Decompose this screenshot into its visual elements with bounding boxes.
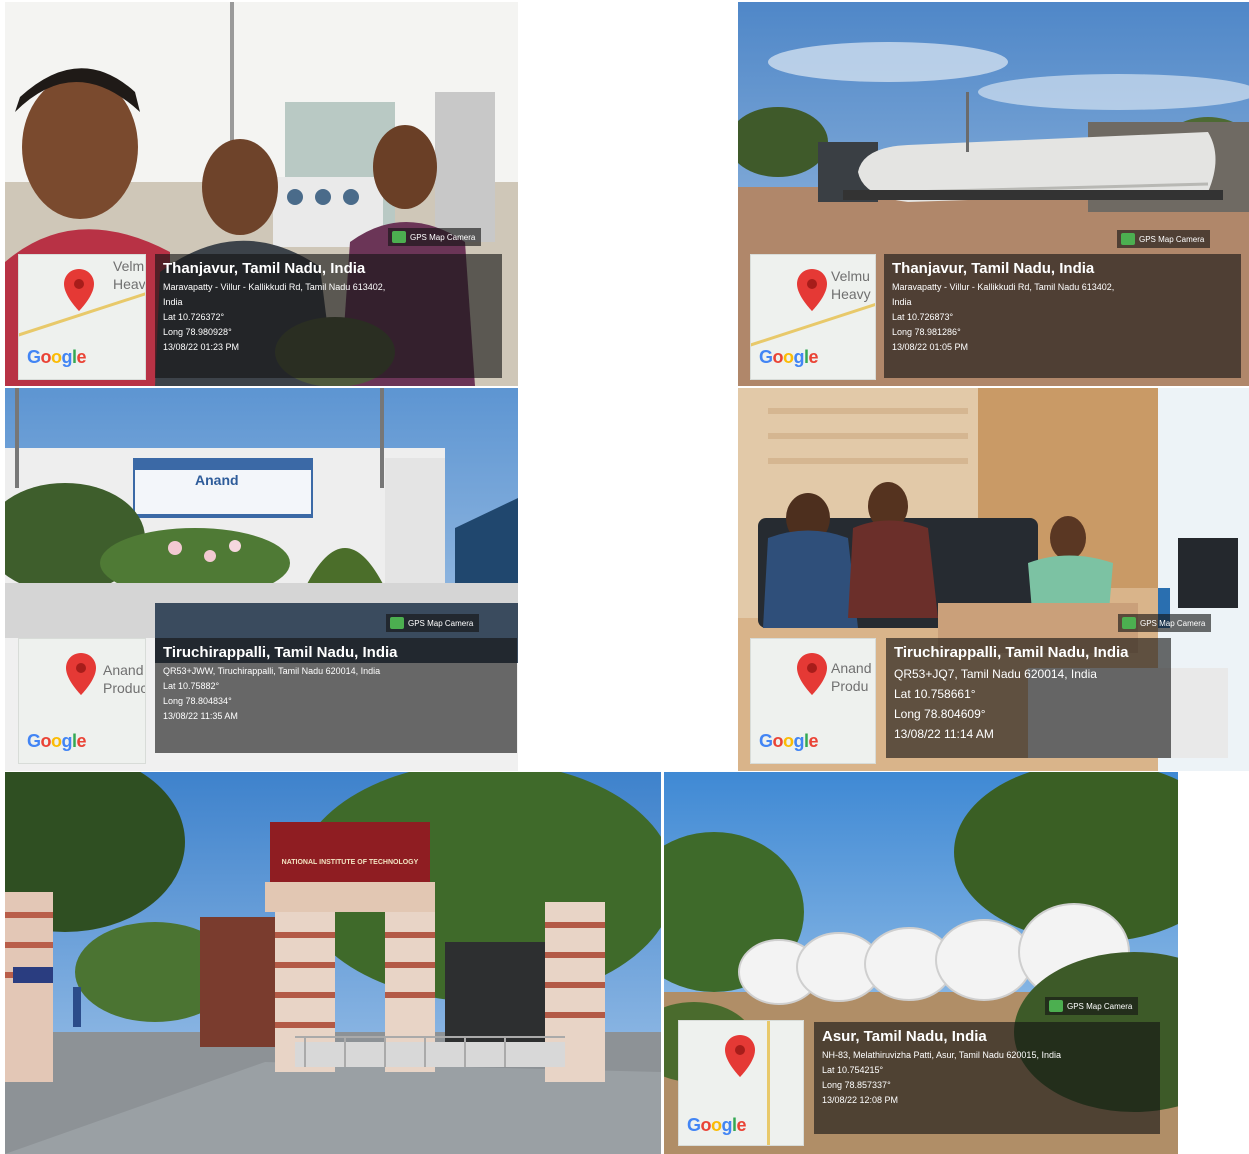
address-line: NH-83, Melathiruvizha Patti, Asur, Tamil… <box>822 1050 1061 1060</box>
photo-tanks-asur: GPS Map Camera Google Asur, Tamil Nadu, … <box>664 772 1178 1154</box>
map-thumbnail: Anand Produ Google <box>750 638 876 764</box>
city-title: Thanjavur, Tamil Nadu, India <box>892 260 1095 277</box>
datetime: 13/08/22 11:35 AM <box>163 711 238 721</box>
photo-institute-gate: NATIONAL INSTITUTE OF TECHNOLOGY <box>5 772 661 1154</box>
badge-label: GPS Map Camera <box>1067 1001 1133 1011</box>
address-line: Maravapatty - Villur - Kallikkudi Rd, Ta… <box>892 282 1115 292</box>
location-info-panel: Tiruchirappalli, Tamil Nadu, India QR53+… <box>886 638 1171 758</box>
gps-map-camera-badge: GPS Map Camera <box>386 614 480 632</box>
location-pin-icon <box>66 653 96 695</box>
gps-map-camera-badge: GPS Map Camera <box>1118 614 1212 632</box>
gps-map-camera-badge: GPS Map Camera <box>1117 230 1211 248</box>
institute-sign-text: NATIONAL INSTITUTE OF TECHNOLOGY <box>281 859 419 866</box>
photo-tank-truck-thanjavur: GPS Map Camera Velmu Heavy Google Thanja… <box>738 2 1249 386</box>
map-road <box>767 1021 770 1145</box>
longitude: Long 78.981286° <box>892 327 961 337</box>
latitude: Lat 10.754215° <box>822 1065 884 1075</box>
google-logo: Google <box>759 347 819 367</box>
camera-icon <box>392 231 406 243</box>
location-pin-icon <box>64 269 94 311</box>
map-thumbnail: Velm Heav Google <box>18 254 146 380</box>
photo-office-meeting-trichy: GPS Map Camera Anand Produ Google Tiruch… <box>738 388 1249 771</box>
longitude: Long 78.857337° <box>822 1080 891 1090</box>
badge-label: GPS Map Camera <box>1139 234 1205 244</box>
latitude: Lat 10.726873° <box>892 312 954 322</box>
latitude: Lat 10.726372° <box>163 312 225 322</box>
address-line: QR53+JWW, Tiruchirappalli, Tamil Nadu 62… <box>163 666 381 676</box>
address-line-2: India <box>163 297 183 307</box>
city-title: Tiruchirappalli, Tamil Nadu, India <box>894 644 1129 661</box>
badge-label: GPS Map Camera <box>408 618 474 628</box>
map-place-label: Anand Produ <box>831 660 872 694</box>
datetime: 13/08/22 12:08 PM <box>822 1095 899 1105</box>
map-place-label: Velm Heav <box>113 258 146 292</box>
google-logo: Google <box>687 1115 747 1135</box>
gps-map-camera-badge: GPS Map Camera <box>1045 997 1139 1015</box>
google-logo: Google <box>27 731 87 751</box>
building-sign-text: Anand <box>195 472 239 488</box>
latitude: Lat 10.75882° <box>163 681 220 691</box>
photo-anand-building-trichy: Anand GPS Map Camera Anand Produc Google… <box>5 388 518 771</box>
city-title: Thanjavur, Tamil Nadu, India <box>163 260 366 277</box>
camera-icon <box>1122 617 1136 629</box>
address-line-2: India <box>892 297 912 307</box>
address-line: Maravapatty - Villur - Kallikkudi Rd, Ta… <box>163 282 386 292</box>
longitude: Long 78.804834° <box>163 696 232 706</box>
camera-icon <box>1121 233 1135 245</box>
map-place-label: Velmu Heavy <box>831 268 871 302</box>
photo-selfie-thanjavur: GPS Map Camera Velm Heav Google Thanjavu… <box>5 2 518 386</box>
photo-scene <box>5 772 661 1154</box>
camera-icon <box>1049 1000 1063 1012</box>
gps-map-camera-badge: GPS Map Camera <box>388 228 482 246</box>
latitude: Lat 10.758661° <box>894 687 976 701</box>
location-info-panel: Thanjavur, Tamil Nadu, India Maravapatty… <box>155 254 502 378</box>
location-pin-icon <box>725 1035 755 1077</box>
badge-label: GPS Map Camera <box>410 232 476 242</box>
camera-icon <box>390 617 404 629</box>
datetime: 13/08/22 01:05 PM <box>892 342 969 352</box>
location-info-panel: Asur, Tamil Nadu, India NH-83, Melathiru… <box>814 1022 1160 1134</box>
longitude: Long 78.980928° <box>163 327 232 337</box>
city-title: Asur, Tamil Nadu, India <box>822 1028 987 1045</box>
map-thumbnail: Velmu Heavy Google <box>750 254 876 380</box>
badge-label: GPS Map Camera <box>1140 618 1206 628</box>
datetime: 13/08/22 01:23 PM <box>163 342 240 352</box>
longitude: Long 78.804609° <box>894 707 986 721</box>
map-place-label: Anand Produc <box>103 662 146 696</box>
google-logo: Google <box>759 731 819 751</box>
location-pin-icon <box>797 653 827 695</box>
location-pin-icon <box>797 269 827 311</box>
datetime: 13/08/22 11:14 AM <box>894 727 994 741</box>
location-info-panel: Tiruchirappalli, Tamil Nadu, India QR53+… <box>155 638 517 753</box>
location-info-panel: Thanjavur, Tamil Nadu, India Maravapatty… <box>884 254 1241 378</box>
map-thumbnail: Anand Produc Google <box>18 638 146 764</box>
city-title: Tiruchirappalli, Tamil Nadu, India <box>163 644 398 661</box>
google-logo: Google <box>27 347 87 367</box>
map-thumbnail: Google <box>678 1020 804 1146</box>
address-line: QR53+JQ7, Tamil Nadu 620014, India <box>894 667 1097 681</box>
